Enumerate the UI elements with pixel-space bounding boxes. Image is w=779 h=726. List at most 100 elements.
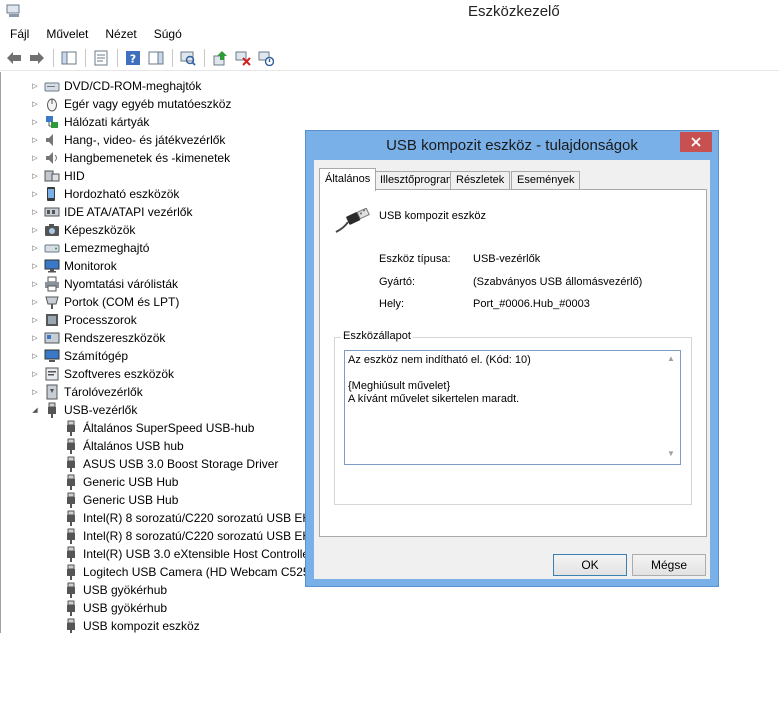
tree-item-category[interactable]: ▷ Hordozható eszközök xyxy=(31,185,179,203)
expand-icon[interactable]: ▷ xyxy=(31,329,39,347)
properties-icon xyxy=(94,50,108,65)
expand-icon[interactable]: ▷ xyxy=(31,167,39,185)
tree-item-category[interactable]: ▷ Nyomtatási várólisták xyxy=(31,275,178,293)
tree-item-category[interactable]: ▷ Számítógép xyxy=(31,347,128,365)
expand-icon[interactable]: ▷ xyxy=(31,131,39,149)
expand-icon[interactable]: ▷ xyxy=(31,113,39,131)
printer-icon xyxy=(45,276,59,292)
properties-button[interactable] xyxy=(91,48,111,68)
ide-controller-icon xyxy=(44,207,60,217)
expand-icon[interactable]: ▷ xyxy=(31,185,39,203)
expand-icon[interactable]: ▷ xyxy=(31,347,39,365)
tab-general[interactable]: Általános xyxy=(319,168,377,191)
expand-icon[interactable]: ▷ xyxy=(31,95,39,113)
help-button[interactable]: ? xyxy=(123,48,143,68)
menu-action[interactable]: Művelet xyxy=(37,24,96,44)
mouse-icon xyxy=(47,98,57,112)
tree-item-category[interactable]: ▷ DVD/CD-ROM-meghajtók xyxy=(31,77,201,95)
tree-item-device[interactable]: USB gyökérhub xyxy=(63,599,167,617)
tab-events[interactable]: Események xyxy=(511,171,581,190)
title-bar[interactable]: Eszközkezelő xyxy=(0,0,779,24)
close-button[interactable] xyxy=(680,132,712,152)
tree-item-category[interactable]: ▷ HID xyxy=(31,167,84,185)
tree-item-device[interactable]: USB kompozit eszköz xyxy=(63,617,200,633)
toolbar: ? xyxy=(0,45,779,71)
status-line: {Meghiúsult művelet} xyxy=(348,380,451,392)
tree-item-category[interactable]: ▷ Hang-, video- és játékvezérlők xyxy=(31,131,225,149)
uninstall-device-button[interactable] xyxy=(233,48,253,68)
tree-item-category[interactable]: ▷ Monitorok xyxy=(31,257,116,275)
tree-item-category[interactable]: ▷ Hálózati kártyák xyxy=(31,113,149,131)
expand-icon[interactable]: ▷ xyxy=(31,293,39,311)
tree-item-category[interactable]: ▷ Egér vagy egyéb mutatóeszköz xyxy=(31,95,231,113)
tree-item-label: Nyomtatási várólisták xyxy=(64,277,179,291)
expand-icon[interactable]: ▷ xyxy=(31,239,39,257)
tree-item-category[interactable]: ▷ Hangbemenetek és -kimenetek xyxy=(31,149,230,167)
tree-item-category[interactable]: ▷ Lemezmeghajtó xyxy=(31,239,149,257)
toolbar-separator xyxy=(204,48,205,67)
menu-view[interactable]: Nézet xyxy=(96,24,144,44)
tree-item-device[interactable]: Intel(R) 8 sorozatú/C220 sorozatú USB EH… xyxy=(63,509,305,527)
tree-item-device[interactable]: ASUS USB 3.0 Boost Storage Driver xyxy=(63,455,278,473)
status-scrollbar[interactable]: ▲ ▼ xyxy=(663,351,680,464)
tree-item-category[interactable]: ▷ Szoftveres eszközök xyxy=(31,365,174,383)
expand-icon[interactable]: ▷ xyxy=(31,203,39,221)
menu-file[interactable]: Fájl xyxy=(0,24,37,44)
tree-item-device[interactable]: Logitech USB Camera (HD Webcam C525) xyxy=(63,563,305,581)
expand-icon[interactable]: ▷ xyxy=(31,77,39,95)
expand-icon[interactable]: ▷ xyxy=(31,275,39,293)
forward-button[interactable] xyxy=(27,48,47,68)
expand-icon[interactable]: ▷ xyxy=(31,383,39,401)
tab-driver[interactable]: Illesztőprogram xyxy=(374,171,462,190)
tree-item-device[interactable]: USB gyökérhub xyxy=(63,581,167,599)
scroll-down-icon[interactable]: ▼ xyxy=(667,449,675,458)
device-status-textbox[interactable]: Az eszköz nem indítható el. (Kód: 10) {M… xyxy=(344,350,681,465)
toolbar-separator xyxy=(172,48,173,67)
port-icon xyxy=(45,296,59,309)
hid-icon xyxy=(44,170,60,182)
manufacturer-value: (Szabványos USB állomásvezérlő) xyxy=(473,276,643,288)
tree-item-device[interactable]: Intel(R) 8 sorozatú/C220 sorozatú USB EH… xyxy=(63,527,305,545)
tree-item-device[interactable]: Intel(R) USB 3.0 eXtensible Host Control… xyxy=(63,545,305,563)
ok-button[interactable]: OK xyxy=(553,554,627,576)
tree-item-category[interactable]: ▷ Rendszereszközök xyxy=(31,329,165,347)
usb-device-icon xyxy=(67,600,75,616)
tree-item-label: Lemezmeghajtó xyxy=(64,241,150,255)
collapse-icon[interactable]: ◢ xyxy=(31,401,39,419)
general-tab-panel: USB kompozit eszköz Eszköz típusa: USB-v… xyxy=(319,189,707,537)
computer-icon xyxy=(44,349,60,362)
menu-help[interactable]: Súgó xyxy=(145,24,190,44)
disable-device-button[interactable] xyxy=(256,48,276,68)
dialog-title-bar[interactable]: USB kompozit eszköz - tulajdonságok xyxy=(306,131,718,160)
tree-item-category[interactable]: ▷ Processzorok xyxy=(31,311,136,329)
toolbar-separator xyxy=(53,48,54,67)
tree-item-device[interactable]: Általános USB hub xyxy=(63,437,184,455)
tree-item-device[interactable]: Generic USB Hub xyxy=(63,491,178,509)
tree-item-category[interactable]: ▷ Portok (COM és LPT) xyxy=(31,293,179,311)
action-pane-button[interactable] xyxy=(146,48,166,68)
tree-item-device[interactable]: Generic USB Hub xyxy=(63,473,178,491)
scan-hardware-button[interactable] xyxy=(178,48,198,68)
expand-icon[interactable]: ▷ xyxy=(31,149,39,167)
tree-item-category[interactable]: ▷ Képeszközök xyxy=(31,221,135,239)
tree-item-category[interactable]: ▷ Tárolóvezérlők xyxy=(31,383,143,401)
tree-item-device[interactable]: Általános SuperSpeed USB-hub xyxy=(63,419,254,437)
update-driver-button[interactable] xyxy=(210,48,230,68)
tree-item-category[interactable]: ◢ USB-vezérlők xyxy=(31,401,137,419)
uninstall-icon xyxy=(235,51,251,66)
tab-strip: Általános Illesztőprogram Részletek Esem… xyxy=(319,168,707,191)
scroll-up-icon[interactable]: ▲ xyxy=(667,354,675,363)
tree-item-category[interactable]: ▷ IDE ATA/ATAPI vezérlők xyxy=(31,203,192,221)
back-arrow-icon xyxy=(7,51,21,64)
expand-icon[interactable]: ▷ xyxy=(31,365,39,383)
expand-icon[interactable]: ▷ xyxy=(31,311,39,329)
show-hide-console-tree-button[interactable] xyxy=(59,48,79,68)
tab-details[interactable]: Részletek xyxy=(450,171,511,190)
cancel-button[interactable]: Mégse xyxy=(632,554,706,576)
toolbar-separator xyxy=(117,48,118,67)
tree-item-label: Intel(R) 8 sorozatú/C220 sorozatú USB EH… xyxy=(83,511,305,525)
expand-icon[interactable]: ▷ xyxy=(31,221,39,239)
back-button[interactable] xyxy=(4,48,24,68)
expand-icon[interactable]: ▷ xyxy=(31,257,39,275)
usb-device-icon xyxy=(67,420,75,436)
